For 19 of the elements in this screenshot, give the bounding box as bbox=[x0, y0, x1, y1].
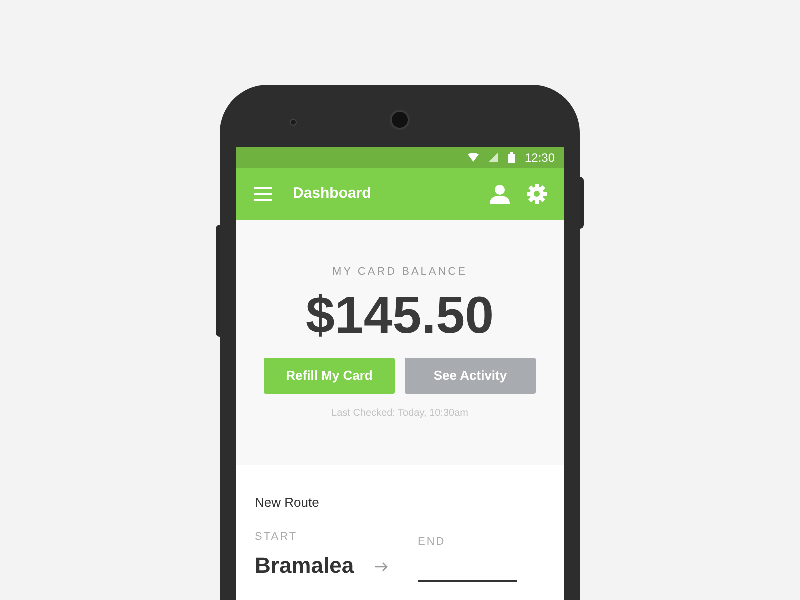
app-title: Dashboard bbox=[293, 184, 372, 204]
user-icon[interactable] bbox=[490, 184, 510, 204]
route-title: New Route bbox=[255, 494, 320, 512]
start-value[interactable]: Bramalea bbox=[255, 549, 375, 582]
speaker-icon bbox=[390, 110, 410, 130]
settings-icon[interactable] bbox=[527, 184, 547, 204]
wifi-icon bbox=[468, 153, 479, 162]
signal-icon bbox=[488, 153, 498, 162]
battery-icon bbox=[508, 152, 515, 163]
menu-icon[interactable] bbox=[254, 187, 272, 201]
start-label: START bbox=[255, 530, 299, 544]
camera-icon bbox=[290, 119, 297, 126]
refill-button[interactable]: Refill My Card bbox=[264, 358, 395, 394]
balance-label: MY CARD BALANCE bbox=[332, 265, 468, 280]
end-label: END bbox=[418, 534, 447, 550]
balance-amount: $145.50 bbox=[306, 286, 494, 346]
arrow-right-icon bbox=[375, 562, 389, 572]
activity-button[interactable]: See Activity bbox=[405, 358, 536, 394]
status-time: 12:30 bbox=[524, 150, 555, 166]
